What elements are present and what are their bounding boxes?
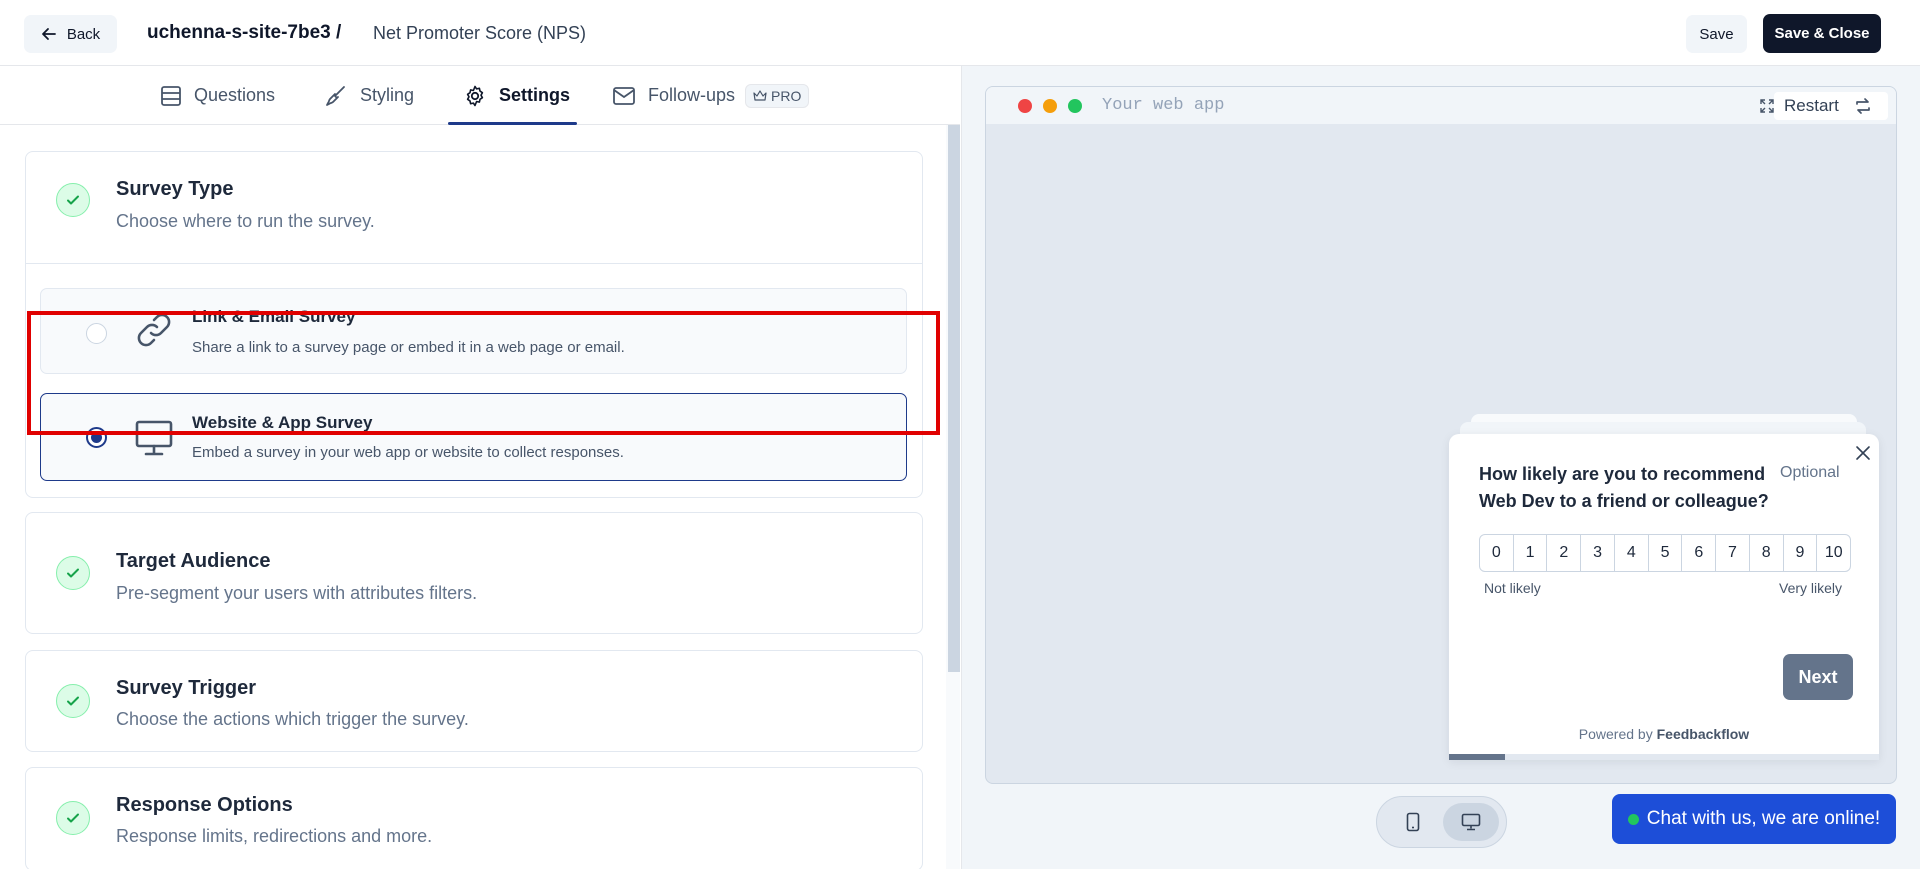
tab-styling-label: Styling [360, 85, 415, 105]
device-toggle [1376, 796, 1507, 848]
question-text: How likely are you to recommend Web Dev … [1479, 464, 1769, 511]
mobile-view-button[interactable] [1385, 803, 1441, 841]
nps-option[interactable]: 7 [1716, 535, 1750, 571]
crown-icon [753, 89, 767, 101]
survey-name[interactable]: Net Promoter Score (NPS) [373, 23, 586, 44]
save-close-button[interactable]: Save & Close [1763, 14, 1881, 53]
check-icon [56, 801, 90, 835]
pro-badge-label: PRO [771, 87, 802, 104]
gear-icon [466, 85, 484, 106]
nps-option[interactable]: 2 [1547, 535, 1582, 571]
settings-scroll-area[interactable]: Survey Type Choose where to run the surv… [0, 125, 960, 869]
close-icon[interactable] [1854, 444, 1872, 462]
progress-bar [1449, 754, 1879, 760]
phone-icon [1406, 812, 1420, 832]
desktop-view-button[interactable] [1443, 803, 1499, 841]
window-close-dot [1018, 99, 1032, 113]
restart-label: Restart [1784, 96, 1839, 115]
save-button[interactable]: Save [1686, 15, 1747, 53]
breadcrumb-site[interactable]: uchenna-s-site-7be3 / [147, 22, 341, 44]
survey-trigger-card[interactable]: Survey Trigger Choose the actions which … [25, 650, 923, 752]
powered-by: Powered by Feedbackflow [1449, 726, 1879, 742]
restart-button[interactable]: Restart [1774, 92, 1888, 120]
powered-prefix: Powered by [1578, 726, 1653, 742]
nps-scale: 0 1 2 3 4 5 6 7 8 9 10 [1479, 534, 1851, 572]
survey-type-description: Choose where to run the survey. [116, 211, 375, 231]
target-audience-title: Target Audience [116, 550, 271, 572]
mail-icon [613, 86, 635, 105]
survey-type-title[interactable]: Survey Type [116, 178, 233, 201]
questions-icon [161, 85, 181, 106]
nps-option[interactable]: 0 [1480, 535, 1514, 571]
window-minimize-dot [1043, 99, 1057, 113]
nps-option[interactable]: 4 [1615, 535, 1649, 571]
selection-highlight [27, 311, 940, 435]
tab-questions[interactable]: Questions [160, 66, 275, 125]
tab-follow-ups[interactable]: Follow-ups PRO [612, 66, 810, 125]
nps-option[interactable]: 6 [1682, 535, 1717, 571]
divider [26, 263, 922, 264]
high-label: Very likely [1779, 580, 1843, 596]
target-audience-card[interactable]: Target Audience Pre-segment your users w… [25, 512, 923, 634]
restart-icon [1855, 98, 1870, 114]
tab-settings-label: Settings [499, 85, 571, 105]
scrollbar-thumb[interactable] [948, 125, 960, 672]
back-button[interactable]: Back [24, 15, 117, 53]
online-status-dot [1627, 813, 1639, 825]
progress-fill [1449, 754, 1505, 760]
tab-settings[interactable]: Settings [463, 66, 570, 125]
top-bar: Back uchenna-s-site-7be3 / Net Promoter … [0, 0, 1920, 66]
survey-widget: How likely are you to recommend Web Dev … [1449, 434, 1879, 760]
check-icon [56, 556, 90, 590]
window-maximize-dot [1068, 99, 1082, 113]
paintbrush-icon [326, 85, 345, 106]
response-options-description: Response limits, redirections and more. [116, 826, 433, 846]
tab-follow-ups-label: Follow-ups [648, 85, 736, 105]
url-label: Your web app [1102, 96, 1225, 115]
chat-label: Chat with us, we are online! [1646, 808, 1881, 829]
nps-option[interactable]: 3 [1581, 535, 1615, 571]
survey-trigger-title: Survey Trigger [116, 677, 257, 699]
next-button[interactable]: Next [1783, 654, 1853, 700]
survey-trigger-description: Choose the actions which trigger the sur… [116, 709, 469, 729]
response-options-card[interactable]: Response Options Response limits, redire… [25, 767, 923, 869]
nps-option[interactable]: 8 [1750, 535, 1784, 571]
nps-option[interactable]: 9 [1784, 535, 1818, 571]
target-audience-description: Pre-segment your users with attributes f… [116, 583, 478, 603]
option-description: Embed a survey in your web app or websit… [192, 444, 624, 461]
monitor-icon [1461, 813, 1481, 831]
arrow-left-icon [41, 28, 56, 40]
nps-option[interactable]: 5 [1649, 535, 1683, 571]
nps-option[interactable]: 1 [1514, 535, 1548, 571]
low-label: Not likely [1484, 580, 1541, 596]
check-icon [56, 684, 90, 718]
check-icon [56, 183, 90, 217]
editor-panel: Questions Styling Settings Follow-ups PR… [0, 66, 960, 869]
pro-badge: PRO [745, 83, 810, 108]
back-label: Back [66, 25, 101, 43]
browser-bar: Your web app Restart [986, 87, 1896, 125]
powered-brand[interactable]: Feedbackflow [1657, 726, 1750, 742]
nps-option[interactable]: 10 [1817, 535, 1850, 571]
tab-questions-label: Questions [194, 85, 276, 105]
editor-tabs: Questions Styling Settings Follow-ups PR… [0, 66, 960, 125]
chat-button[interactable]: Chat with us, we are online! [1612, 794, 1896, 844]
optional-label: Optional [1780, 464, 1840, 481]
tab-styling[interactable]: Styling [324, 66, 414, 125]
response-options-title: Response Options [116, 794, 293, 816]
